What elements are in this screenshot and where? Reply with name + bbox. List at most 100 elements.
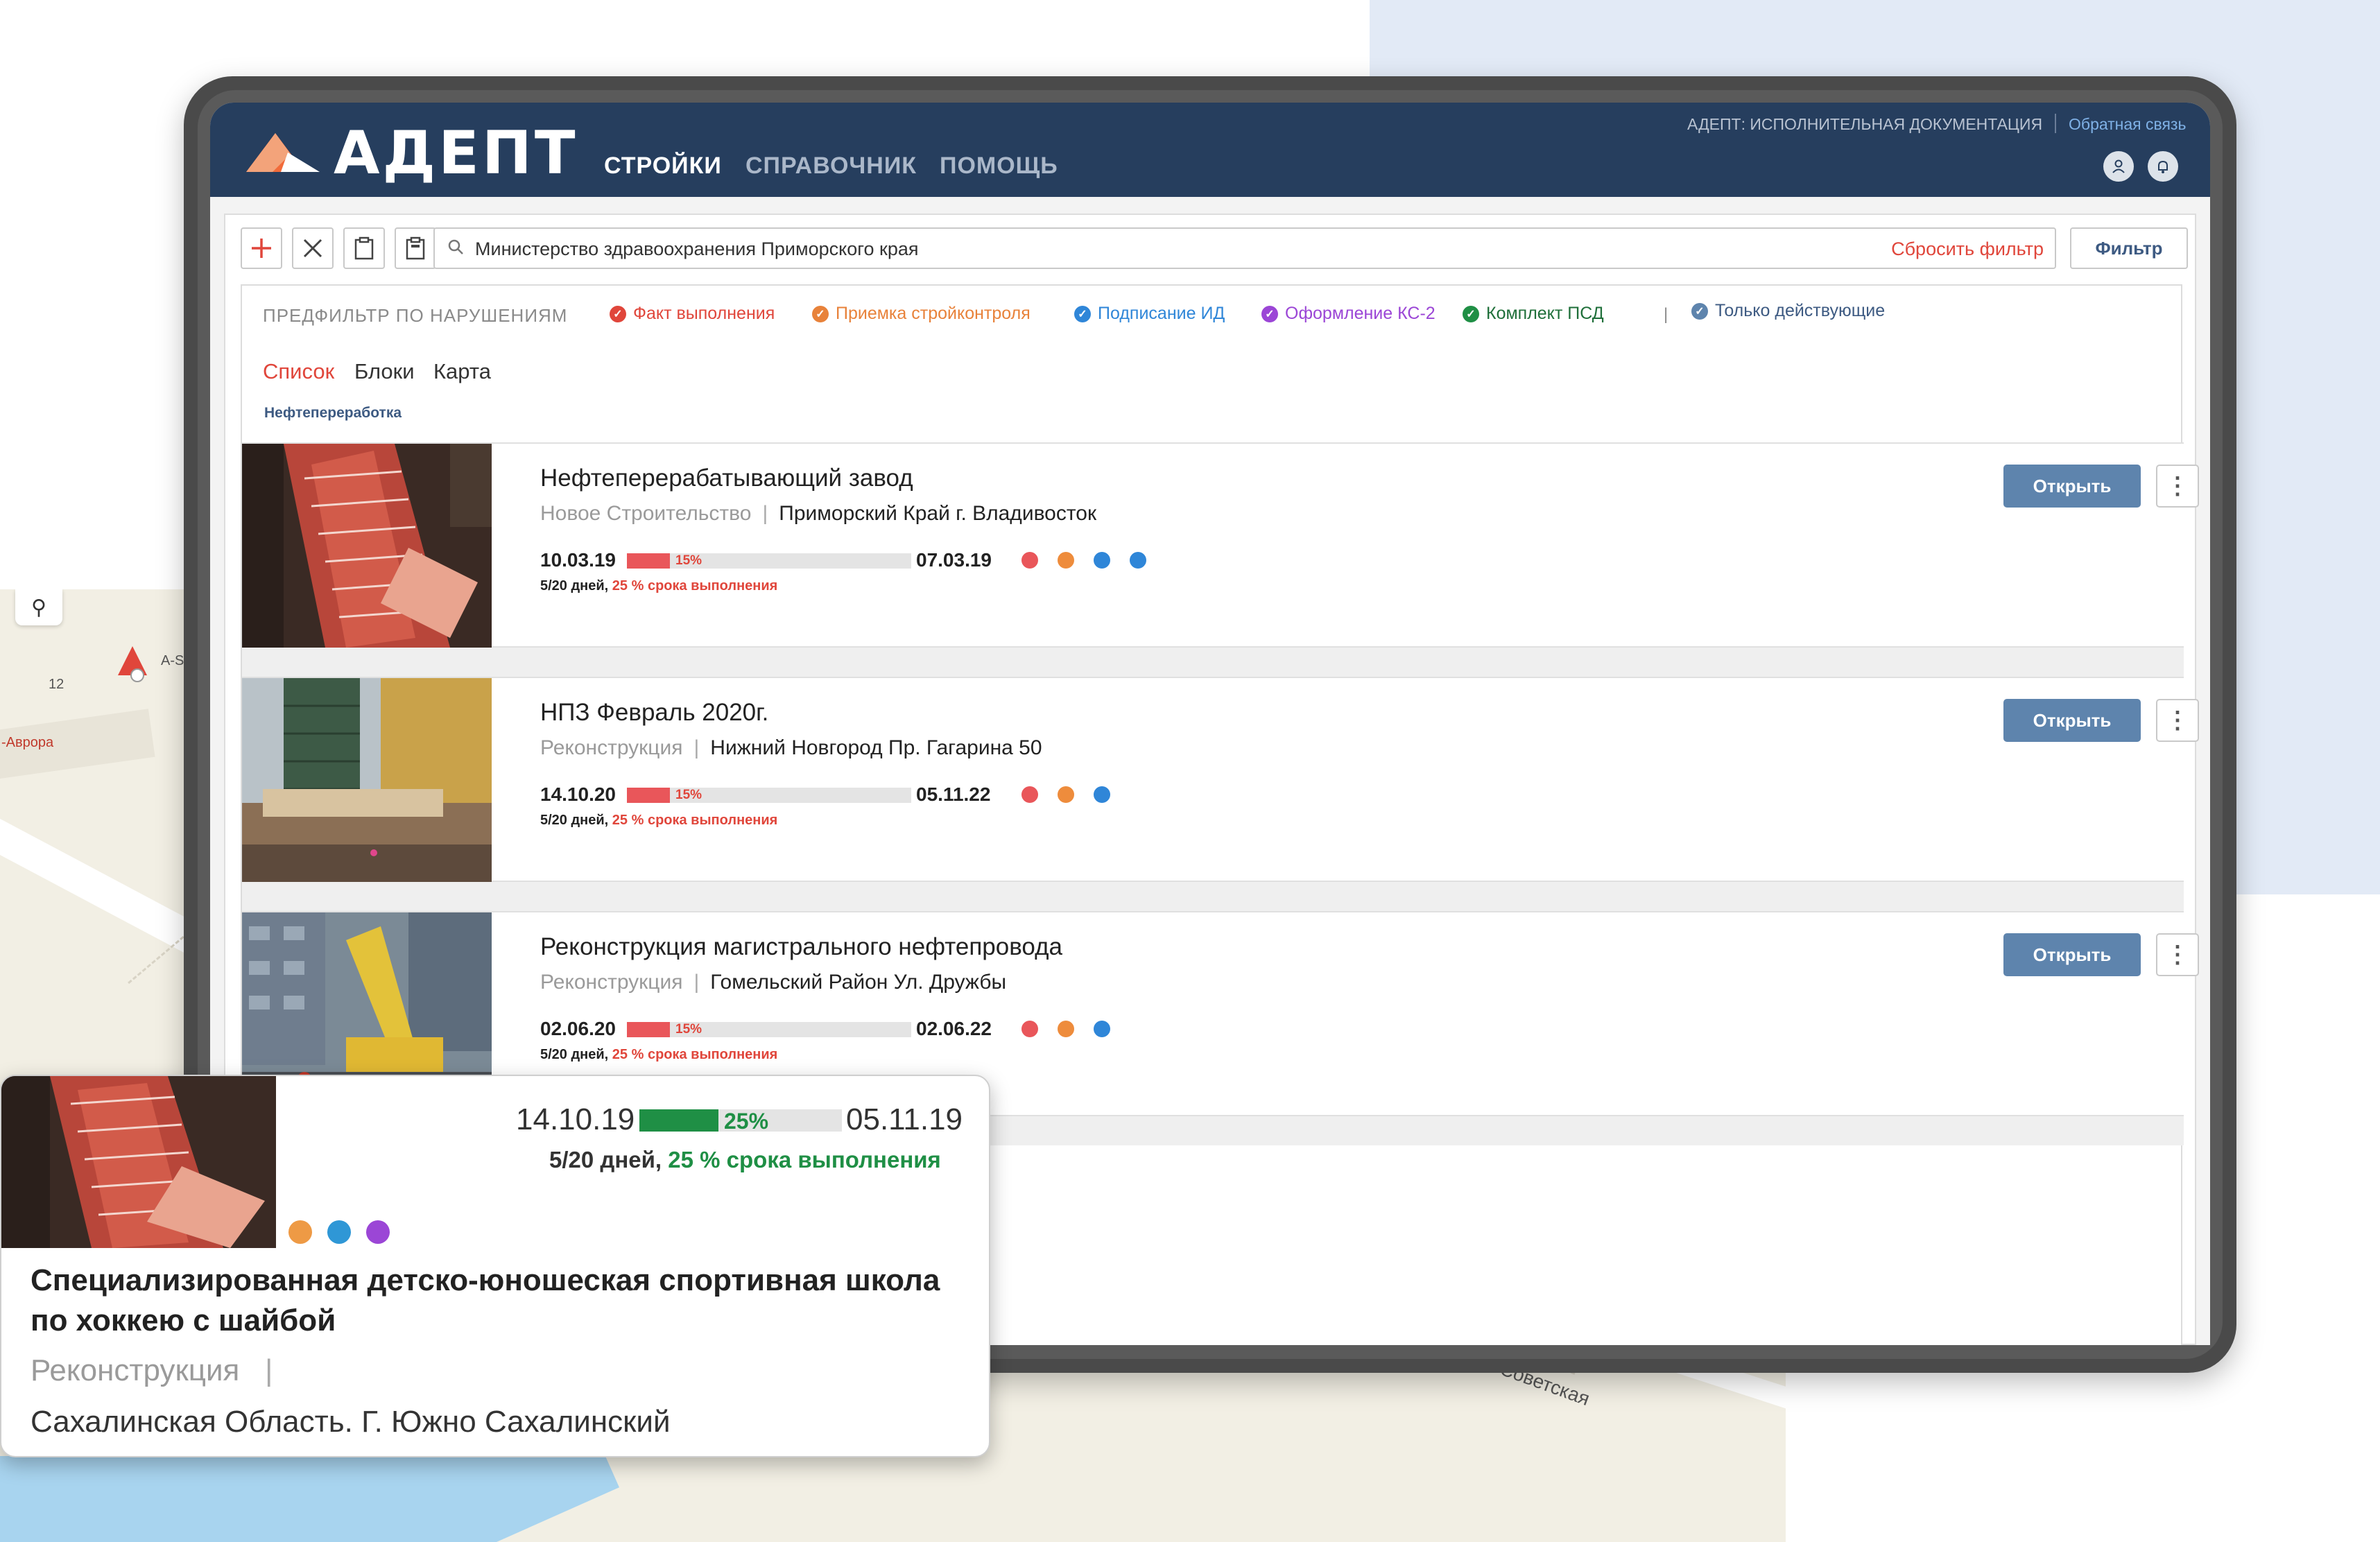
open-button[interactable]: Открыть [2003, 465, 2141, 508]
project-subtitle: Реконструкция | Нижний Новгород Пр. Гагари… [540, 736, 1042, 759]
map-label: A-S [161, 653, 184, 668]
chip-podpisanie-id[interactable]: ✓ Подписание ИД [1074, 304, 1225, 324]
nav-item-pomosh[interactable]: ПОМОЩЬ [940, 153, 1058, 180]
project-title[interactable]: НПЗ Февраль 2020г. [540, 699, 768, 727]
project-title[interactable]: Реконструкция магистрального нефтепровод… [540, 933, 1062, 961]
end-date: 02.06.22 [916, 1018, 992, 1039]
logo[interactable]: АДЕПТ [245, 123, 578, 183]
user-icon[interactable] [2103, 151, 2134, 182]
progress-bar: 15% [627, 1022, 911, 1037]
chip-fakt-vypolneniya[interactable]: ✓ Факт выполнения [610, 304, 775, 324]
term-percent: 25 % срока выполнения [612, 1047, 778, 1062]
tab-karta[interactable]: Карта [433, 359, 491, 384]
popup-title: Специализированная детско-юношеская спор… [31, 1263, 940, 1337]
chip-label: Приемка стройконтроля [836, 304, 1031, 323]
reset-filter-link[interactable]: Сбросить фильтр [1891, 239, 2044, 260]
open-button[interactable]: Открыть [2003, 699, 2141, 742]
map-marker-icon[interactable] [117, 645, 148, 682]
delete-button[interactable] [292, 227, 334, 269]
project-subtitle: Реконструкция | Гомельский Район Ул. Дружб… [540, 971, 1007, 994]
days-count: 5/20 дней, [540, 1047, 609, 1062]
status-dot [1058, 552, 1074, 569]
check-icon: ✓ [812, 305, 829, 322]
app-subtitle: АДЕПТ: ИСПОЛНИТЕЛЬНАЯ ДОКУМЕНТАЦИЯ [1687, 115, 2043, 133]
project-row[interactable]: Нефтеперерабатывающий завод Новое Строит… [242, 442, 2199, 648]
check-icon: ✓ [610, 305, 626, 322]
project-meta: 5/20 дней, 25 % срока выполнения [540, 1047, 777, 1063]
more-options-icon[interactable]: ⋮ [2156, 933, 2199, 976]
days-count: 5/20 дней, [540, 813, 609, 828]
filter-button[interactable]: Фильтр [2070, 227, 2188, 269]
search-value: Министерство здравоохранения Приморского… [475, 239, 919, 259]
end-date: 07.03.19 [916, 549, 992, 571]
chip-oformlenie-ks2[interactable]: ✓ Оформление КС-2 [1261, 304, 1435, 324]
status-dot [1094, 1021, 1110, 1037]
end-date: 05.11.22 [916, 783, 991, 805]
status-dot [1021, 786, 1038, 803]
popup-end-date: 05.11.19 [846, 1102, 963, 1136]
paste-button[interactable] [395, 227, 436, 269]
term-percent: 25 % срока выполнения [668, 1147, 941, 1172]
clipboard-icon [354, 236, 374, 260]
start-date: 10.03.19 [540, 549, 616, 571]
status-dot [1094, 786, 1110, 803]
row-divider [242, 882, 2184, 911]
popup-progress-fill [639, 1109, 718, 1132]
project-popup-card[interactable]: 14.10.19 25% 05.11.19 5/20 дней, 25 % ср… [0, 1075, 990, 1457]
project-thumbnail [242, 444, 492, 648]
start-date: 02.06.20 [540, 1018, 616, 1039]
feedback-link[interactable]: Обратная связь [2069, 115, 2186, 134]
term-percent: 25 % срока выполнения [612, 813, 778, 828]
popup-thumbnail [1, 1076, 276, 1248]
project-type: Реконструкция [540, 736, 683, 759]
project-address: Гомельский Район Ул. Дружбы [710, 971, 1007, 994]
progress-bar: 15% [627, 553, 911, 569]
progress-fill [627, 788, 670, 803]
copy-button[interactable] [343, 227, 385, 269]
more-options-icon[interactable]: ⋮ [2156, 699, 2199, 742]
header-divider [2055, 114, 2056, 133]
open-button[interactable]: Открыть [2003, 933, 2141, 976]
prefilter-label: ПРЕДФИЛЬТР ПО НАРУШЕНИЯМ [263, 305, 568, 326]
chip-label: Оформление КС-2 [1285, 304, 1435, 323]
clipboard-check-icon [406, 236, 425, 260]
chip-label: Факт выполнения [633, 304, 775, 323]
days-count: 5/20 дней, [549, 1147, 662, 1172]
progress-label: 15% [675, 553, 702, 568]
status-dot [1094, 552, 1110, 569]
popup-type: Реконструкция [31, 1353, 240, 1387]
project-title[interactable]: Нефтеперерабатывающий завод [540, 465, 913, 492]
progress-label: 15% [675, 1022, 702, 1037]
tab-spisok[interactable]: Список [263, 359, 334, 384]
progress-bar: 15% [627, 788, 911, 803]
category-label: Нефтепереработка [264, 405, 402, 421]
add-button[interactable] [241, 227, 282, 269]
chip-komplekt-psd[interactable]: ✓ Комплект ПСД [1463, 304, 1604, 324]
check-icon: ✓ [1691, 302, 1708, 320]
progress-fill [627, 553, 670, 569]
status-dot [1021, 1021, 1038, 1037]
chip-priemka[interactable]: ✓ Приемка стройконтроля [812, 304, 1031, 324]
project-row[interactable]: НПЗ Февраль 2020г. Реконструкция | Нижний … [242, 677, 2199, 882]
nav-item-spravochnik[interactable]: СПРАВОЧНИК [745, 153, 917, 180]
chip-label: Комплект ПСД [1486, 304, 1604, 323]
map-layers-button[interactable]: ⚲ [15, 589, 62, 625]
map-label: -Аврора [1, 735, 54, 750]
search-icon [447, 239, 464, 260]
bell-icon[interactable] [2148, 151, 2178, 182]
status-dot [1058, 1021, 1074, 1037]
chip-tolko-deystvuyushchie[interactable]: ✓ Только действующие [1691, 301, 1885, 321]
search-input[interactable]: Министерство здравоохранения Приморского… [433, 227, 2056, 269]
status-dot [366, 1220, 390, 1244]
nav-item-stroyki[interactable]: СТРОЙКИ [604, 153, 722, 180]
project-address: Приморский Край г. Владивосток [779, 502, 1097, 525]
start-date: 14.10.20 [540, 783, 616, 805]
check-icon: ✓ [1463, 305, 1479, 322]
chip-label: Только действующие [1715, 301, 1886, 320]
more-options-icon[interactable]: ⋮ [2156, 465, 2199, 508]
row-divider [242, 648, 2184, 677]
check-icon: ✓ [1074, 305, 1091, 322]
progress-label: 15% [675, 788, 702, 802]
project-type: Реконструкция [540, 971, 683, 994]
tab-bloki[interactable]: Блоки [354, 359, 415, 384]
